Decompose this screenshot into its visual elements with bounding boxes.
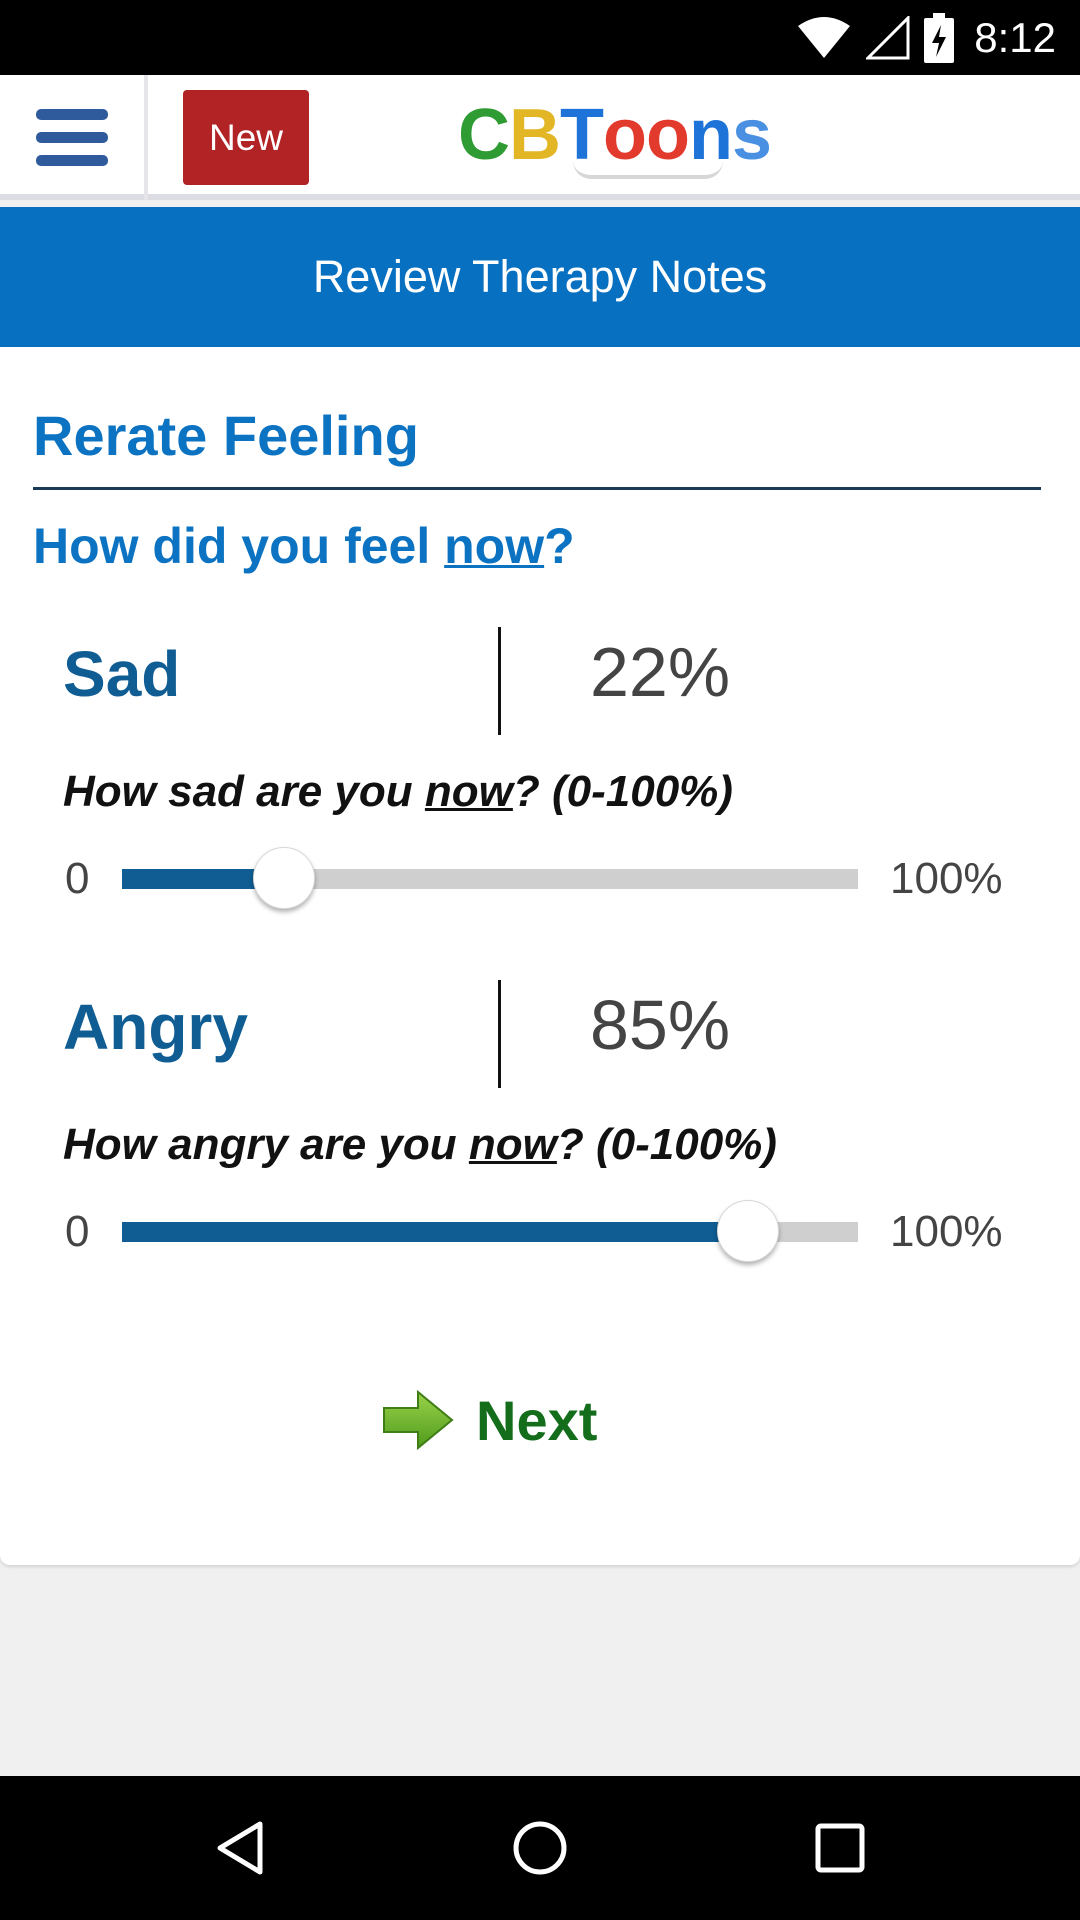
feel-now-question: How did you feel now?	[33, 518, 575, 574]
content-card: Rerate Feeling How did you feel now? Sad…	[0, 347, 1080, 1565]
slider-thumb[interactable]	[252, 847, 315, 909]
section-title: Rerate Feeling	[33, 404, 419, 467]
feeling-value: 22%	[590, 633, 731, 711]
slider-max-label: 100%	[890, 854, 1003, 903]
wifi-icon	[798, 17, 851, 58]
cbtoons-logo[interactable]: CBToons	[458, 95, 772, 179]
feeling-question: How sad are you now? (0-100%)	[63, 767, 733, 816]
slider-min-label: 0	[65, 1207, 90, 1256]
green-arrow-right-icon	[383, 1389, 454, 1451]
feeling-value: 85%	[590, 986, 731, 1064]
section-divider	[33, 487, 1041, 490]
slider-thumb[interactable]	[716, 1200, 779, 1262]
battery-charging-icon	[924, 13, 955, 63]
status-time: 8:12	[974, 14, 1056, 61]
feeling-divider	[498, 627, 501, 735]
home-button[interactable]	[500, 1808, 580, 1888]
logo-smile	[573, 161, 723, 179]
next-button[interactable]: Next	[380, 1370, 597, 1470]
intensity-slider[interactable]	[122, 1200, 858, 1262]
app-header: New CBToons	[0, 75, 1080, 200]
status-bar: 8:12	[0, 0, 1080, 75]
next-label: Next	[476, 1388, 598, 1452]
logo-letter: C	[458, 95, 510, 175]
page-title: Review Therapy Notes	[312, 251, 768, 302]
intensity-slider[interactable]	[122, 847, 858, 909]
logo-letter: B	[509, 95, 561, 175]
signal-icon	[866, 16, 910, 60]
feeling-name: Sad	[63, 638, 181, 710]
status-icons: 8:12	[796, 12, 1056, 64]
recents-button[interactable]	[800, 1808, 880, 1888]
slider-min-label: 0	[65, 854, 90, 903]
hamburger-menu-icon	[36, 108, 108, 166]
recents-icon	[815, 1823, 865, 1873]
feeling-question: How angry are you now? (0-100%)	[63, 1120, 777, 1169]
menu-button[interactable]	[0, 75, 148, 200]
feeling-divider	[498, 980, 501, 1088]
new-button[interactable]: New	[183, 90, 309, 185]
slider-max-label: 100%	[890, 1207, 1003, 1256]
back-icon	[217, 1821, 263, 1875]
system-nav-bar	[0, 1776, 1080, 1920]
back-button[interactable]	[200, 1808, 280, 1888]
feeling-name: Angry	[63, 991, 248, 1063]
logo-letter: s	[731, 95, 772, 175]
slider-fill	[122, 1222, 748, 1242]
home-icon	[513, 1821, 567, 1875]
page-title-bar: Review Therapy Notes	[0, 207, 1080, 347]
